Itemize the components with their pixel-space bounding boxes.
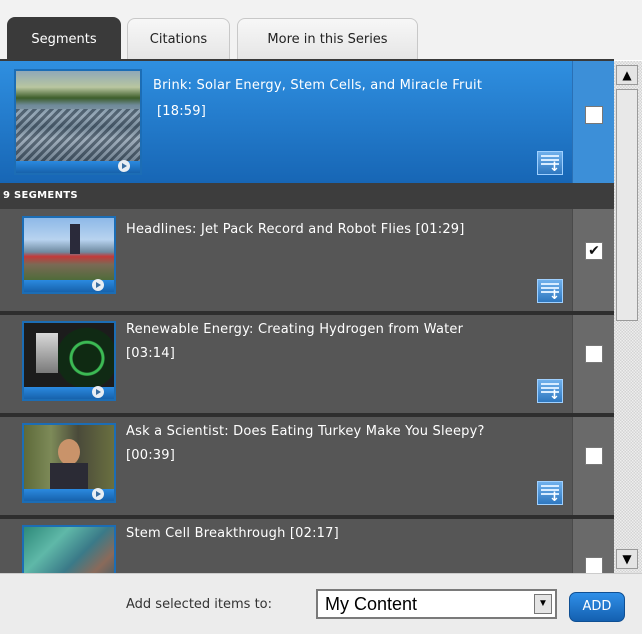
segment-duration: [03:14] xyxy=(126,346,176,361)
gauge-image xyxy=(24,323,114,387)
tab-more-in-series[interactable]: More in this Series xyxy=(237,18,418,59)
segment-thumbnail[interactable] xyxy=(22,321,116,401)
footer-bar: Add selected items to: My Content ▼ ADD xyxy=(0,573,642,634)
add-to-label: Add selected items to: xyxy=(126,597,273,612)
featured-program-row[interactable]: Brink: Solar Energy, Stem Cells, and Mir… xyxy=(0,61,614,183)
segment-title[interactable]: Ask a Scientist: Does Eating Turkey Make… xyxy=(126,421,485,443)
play-icon[interactable] xyxy=(92,386,104,398)
tab-bar: Segments Citations More in this Series xyxy=(0,0,642,61)
surgery-image xyxy=(24,527,114,573)
download-icon[interactable] xyxy=(537,379,563,403)
featured-checkbox[interactable] xyxy=(585,106,603,124)
segment-title[interactable]: Headlines: Jet Pack Record and Robot Fli… xyxy=(126,219,465,241)
segment-thumbnail[interactable] xyxy=(22,525,116,573)
segment-row[interactable]: Stem Cell Breakthrough [02:17] xyxy=(0,519,614,573)
download-icon[interactable] xyxy=(537,151,563,175)
play-icon[interactable] xyxy=(118,160,130,172)
checkbox-cell xyxy=(572,61,614,183)
play-icon[interactable] xyxy=(92,279,104,291)
segment-title[interactable]: Stem Cell Breakthrough [02:17] xyxy=(126,523,339,545)
segments-count-header: 9 SEGMENTS xyxy=(0,183,614,209)
checkbox-cell xyxy=(572,315,614,413)
segment-thumbnail[interactable] xyxy=(22,423,116,503)
checkbox-cell xyxy=(572,417,614,515)
segment-row[interactable]: Headlines: Jet Pack Record and Robot Fli… xyxy=(0,209,614,311)
segment-title[interactable]: Renewable Energy: Creating Hydrogen from… xyxy=(126,319,463,341)
solar-panels-image xyxy=(16,71,140,161)
segment-checkbox[interactable] xyxy=(585,557,603,573)
segment-checkbox[interactable]: ✔ xyxy=(585,242,603,260)
featured-title[interactable]: Brink: Solar Energy, Stem Cells, and Mir… xyxy=(153,75,482,97)
segment-row[interactable]: Renewable Energy: Creating Hydrogen from… xyxy=(0,315,614,413)
download-icon[interactable] xyxy=(537,481,563,505)
segment-checkbox[interactable] xyxy=(585,345,603,363)
segment-row[interactable]: Ask a Scientist: Does Eating Turkey Make… xyxy=(0,417,614,515)
scientist-image xyxy=(24,425,114,493)
jetpack-image xyxy=(24,218,114,280)
dropdown-arrow-icon[interactable]: ▼ xyxy=(534,594,552,614)
segment-checkbox[interactable] xyxy=(585,447,603,465)
featured-thumbnail[interactable] xyxy=(14,69,142,175)
add-button[interactable]: ADD xyxy=(569,592,625,622)
segment-list: Brink: Solar Energy, Stem Cells, and Mir… xyxy=(0,61,614,573)
checkbox-cell xyxy=(572,519,614,573)
destination-select-value: My Content xyxy=(325,594,418,614)
scroll-up-arrow-icon[interactable]: ▲ xyxy=(616,65,638,85)
segment-thumbnail[interactable] xyxy=(22,216,116,294)
scroll-down-arrow-icon[interactable]: ▼ xyxy=(616,549,638,569)
tab-citations[interactable]: Citations xyxy=(127,18,230,59)
featured-duration: [18:59] xyxy=(157,104,207,119)
tab-segments[interactable]: Segments xyxy=(7,17,121,61)
download-icon[interactable] xyxy=(537,279,563,303)
segment-duration: [00:39] xyxy=(126,448,176,463)
vertical-scrollbar[interactable]: ▲ ▼ xyxy=(614,61,642,573)
destination-select[interactable]: My Content ▼ xyxy=(316,589,557,619)
checkbox-cell: ✔ xyxy=(572,209,614,311)
scrollbar-thumb[interactable] xyxy=(616,89,638,321)
play-icon[interactable] xyxy=(92,488,104,500)
